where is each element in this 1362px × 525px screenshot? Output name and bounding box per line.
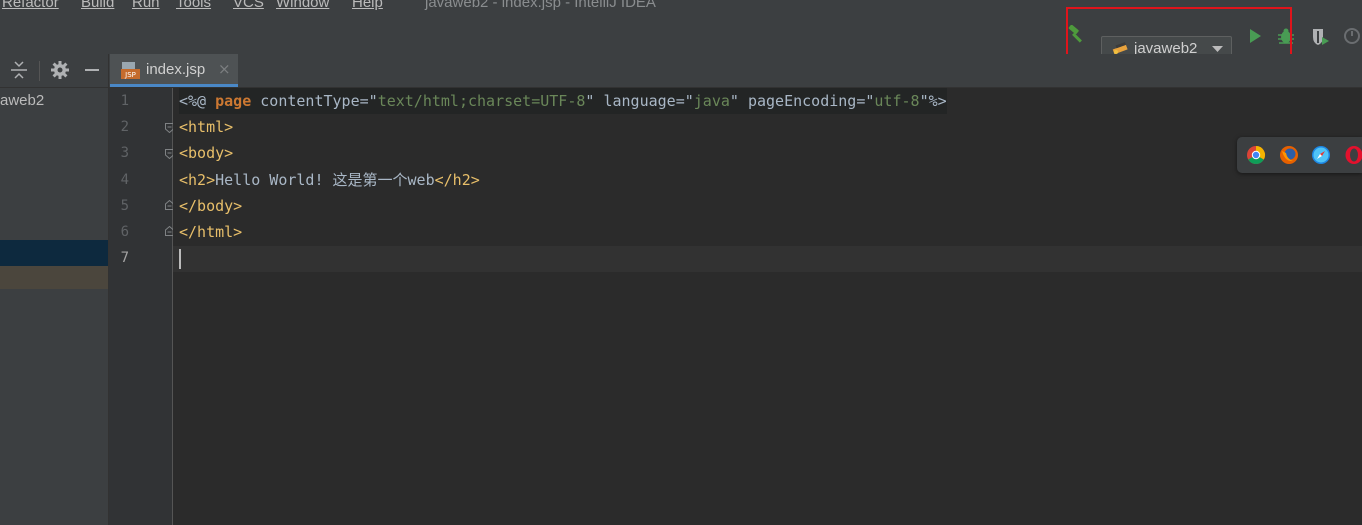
- tab-index-jsp[interactable]: JSP index.jsp ×: [110, 54, 238, 87]
- menu-window[interactable]: Window: [276, 0, 329, 11]
- html-tag: </html>: [179, 223, 243, 241]
- tab-label: index.jsp: [146, 61, 206, 78]
- code-line-3: <body>: [179, 140, 233, 166]
- project-panel-toolbar: [0, 54, 108, 88]
- line-number: 1: [120, 93, 129, 109]
- project-tree-root[interactable]: aweb2: [0, 92, 44, 109]
- line-number-current: 7: [120, 250, 129, 266]
- jsp-directive-close: %>: [928, 92, 947, 110]
- toolbar-divider: [39, 61, 40, 81]
- browser-preview-bar: [1237, 137, 1362, 173]
- collapse-all-icon[interactable]: [8, 59, 30, 81]
- hide-panel-icon[interactable]: [81, 59, 103, 81]
- html-tag: </body>: [179, 197, 243, 215]
- run-with-coverage-icon[interactable]: [1310, 27, 1330, 47]
- html-tag: <html>: [179, 118, 234, 136]
- attr-value: java: [693, 92, 730, 110]
- html-tag: <body>: [179, 144, 234, 162]
- code-line-4: <h2>Hello World! 这是第一个web</h2>: [179, 171, 480, 189]
- menu-run[interactable]: Run: [132, 0, 160, 11]
- opera-icon[interactable]: [1344, 145, 1362, 165]
- window-title: javaweb2 - index.jsp - IntelliJ IDEA: [425, 0, 656, 11]
- menu-refactor[interactable]: Refactor: [2, 0, 59, 11]
- html-tag: </h2>: [434, 171, 480, 189]
- jsp-directive-open: <%@: [179, 92, 216, 110]
- code-line-6: </html>: [179, 219, 242, 245]
- code-editor[interactable]: <%@ page contentType="text/html;charset=…: [173, 88, 1362, 525]
- chrome-icon[interactable]: [1246, 145, 1266, 165]
- line-number: 3: [120, 145, 129, 161]
- menu-build[interactable]: Build: [81, 0, 114, 11]
- close-icon[interactable]: ×: [218, 60, 231, 78]
- line-number: 6: [120, 224, 129, 240]
- gear-icon[interactable]: [49, 59, 71, 81]
- editor-tab-bar: JSP index.jsp ×: [109, 54, 1362, 88]
- attr-value: text/html;charset=UTF-8: [377, 92, 586, 110]
- text-caret: [179, 249, 181, 269]
- menu-tools[interactable]: Tools: [176, 0, 211, 11]
- code-line-5: </body>: [179, 193, 242, 219]
- code-line-2: <html>: [179, 114, 233, 140]
- firefox-icon[interactable]: [1279, 145, 1299, 165]
- svg-text:JSP: JSP: [124, 71, 136, 79]
- line-number: 2: [120, 119, 129, 135]
- keyword: page: [215, 92, 252, 110]
- safari-icon[interactable]: [1311, 145, 1331, 165]
- project-panel: aweb2: [0, 54, 109, 525]
- menu-vcs[interactable]: VCS: [233, 0, 264, 11]
- tree-row[interactable]: [0, 266, 108, 289]
- current-line-highlight: [173, 246, 1362, 272]
- attr-value: utf-8: [874, 92, 920, 110]
- line-number: 4: [120, 172, 129, 188]
- menu-help[interactable]: Help: [352, 0, 383, 11]
- profile-icon[interactable]: [1343, 27, 1362, 46]
- editor-gutter: 1 2 3 4 5 6 7: [109, 88, 174, 525]
- code-line-1: <%@ page contentType="text/html;charset=…: [179, 88, 947, 114]
- line-number: 5: [120, 198, 129, 214]
- jsp-file-icon: JSP: [121, 62, 140, 79]
- html-tag: <h2>: [179, 171, 216, 189]
- tree-selected-row[interactable]: [0, 240, 108, 266]
